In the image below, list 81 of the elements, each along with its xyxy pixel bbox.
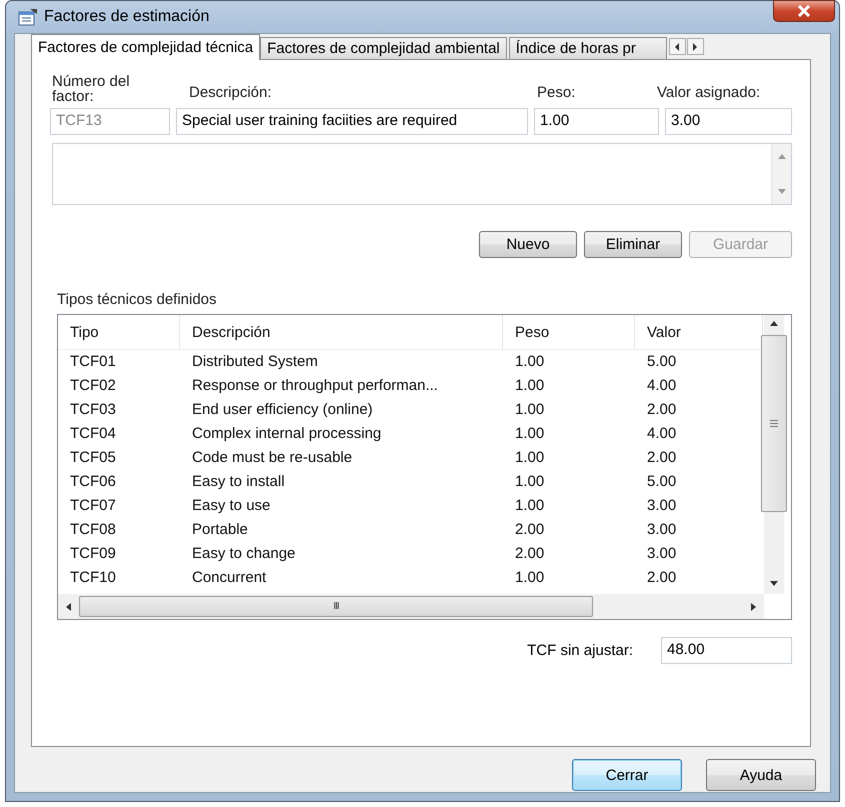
down-arrow-icon [770, 581, 778, 586]
table-cell-text: 4.00 [646, 376, 678, 396]
table-cell-text: 3.00 [646, 520, 678, 540]
column-header[interactable]: Peso [503, 315, 635, 349]
left-arrow-icon [66, 602, 71, 610]
column-header[interactable]: Descripción [180, 315, 503, 349]
vertical-scrollbar[interactable] [764, 315, 784, 594]
table-cell-text: Concurrent [191, 568, 268, 588]
table-cell-text: 1.00 [514, 496, 546, 516]
close-button[interactable] [773, 0, 835, 22]
table-cell-text: 1.00 [514, 400, 546, 420]
table-cell-text: 2.00 [646, 568, 678, 588]
table-cell-text: 2.00 [514, 544, 546, 564]
table-cell-text: 2.00 [514, 520, 546, 540]
description-field[interactable]: Special user training faciities are required [176, 108, 528, 135]
table-cell-text: Complex internal processing [191, 424, 382, 444]
window-title: Factores de estimación [44, 8, 210, 26]
table-cell-text: Easy to use [191, 496, 272, 516]
table-cell-text: 1.00 [514, 376, 546, 396]
horizontal-scrollbar[interactable]: III [58, 594, 764, 619]
scroll-left-button[interactable] [668, 38, 686, 55]
table-cell-text: 1.00 [514, 352, 546, 372]
table-cell-text: 3.00 [646, 496, 678, 516]
table-cell-text: 1.00 [514, 568, 546, 588]
table-cell-text: 4.00 [646, 424, 678, 444]
table-cell-text: TCF03 [69, 400, 117, 420]
dialog-button[interactable]: Ayuda [706, 759, 816, 791]
table-cell-text: Code must be re-usable [191, 448, 354, 468]
table-cell-text: 3.00 [646, 544, 678, 564]
table-cell-text: Distributed System [191, 352, 319, 372]
table-cell-text: TCF07 [69, 496, 117, 516]
grip-icon [770, 420, 778, 427]
table-cell-text: Response or throughput performan... [191, 376, 439, 396]
table-cell-text: TCF06 [69, 472, 117, 492]
tab[interactable]: Factores de complejidad ambiental [260, 37, 507, 59]
field-label: Descripción: [188, 84, 273, 103]
table-cell-text: Portable [191, 520, 249, 540]
scroll-right-button[interactable] [686, 38, 704, 55]
up-arrow-icon [770, 321, 778, 326]
table-cell-text: 5.00 [646, 352, 678, 372]
table-cell-text: TCF02 [69, 376, 117, 396]
field-label: Número del factor: [52, 74, 131, 106]
total-field[interactable]: 48.00 [661, 637, 792, 664]
close-icon [797, 5, 811, 17]
column-header[interactable]: Tipo [58, 315, 180, 349]
table-cell-text: 1.00 [514, 448, 546, 468]
dialog-button[interactable]: Cerrar [572, 759, 682, 791]
tab[interactable]: Índice de horas pr [508, 37, 667, 59]
field-label: Peso: [536, 84, 576, 103]
value-field[interactable]: 3.00 [665, 108, 792, 135]
table-cell-text: TCF04 [69, 424, 117, 444]
table-cell-text: TCF01 [69, 352, 117, 372]
field-label: Valor asignado: [656, 84, 760, 103]
table-cell-text: 1.00 [514, 424, 546, 444]
tab[interactable]: Factores de complejidad técnica [31, 34, 260, 60]
scroll-thumb[interactable] [761, 335, 787, 512]
down-arrow-icon [778, 189, 786, 194]
table-cell-text: TCF05 [69, 448, 117, 468]
action-button[interactable]: Nuevo [479, 231, 577, 258]
notes-field[interactable] [52, 143, 792, 205]
table-cell-text: 1.00 [514, 472, 546, 492]
up-arrow-icon [778, 154, 786, 159]
left-arrow-icon [674, 42, 680, 50]
table-cell-text: TCF09 [69, 544, 117, 564]
table-cell-text: TCF10 [69, 568, 117, 588]
scroll-thumb[interactable]: III [79, 596, 593, 617]
table-cell-text: 5.00 [646, 472, 678, 492]
table-cell-text: Easy to change [191, 544, 296, 564]
weight-field[interactable]: 1.00 [534, 108, 659, 135]
table-cell-text: 2.00 [646, 448, 678, 468]
list-title: Tipos técnicos definidos [57, 291, 218, 308]
total-label: TCF sin ajustar: [527, 642, 633, 659]
vertical-scrollbar[interactable] [771, 144, 791, 204]
table-cell-text: End user efficiency (online) [191, 400, 374, 420]
settings-window-icon [18, 8, 38, 26]
table-cell-text: 2.00 [646, 400, 678, 420]
right-arrow-icon [692, 42, 698, 50]
action-button[interactable]: Eliminar [584, 231, 682, 258]
right-arrow-icon [751, 602, 756, 610]
table-cell-text: Easy to install [191, 472, 286, 492]
table-cell-text: TCF08 [69, 520, 117, 540]
